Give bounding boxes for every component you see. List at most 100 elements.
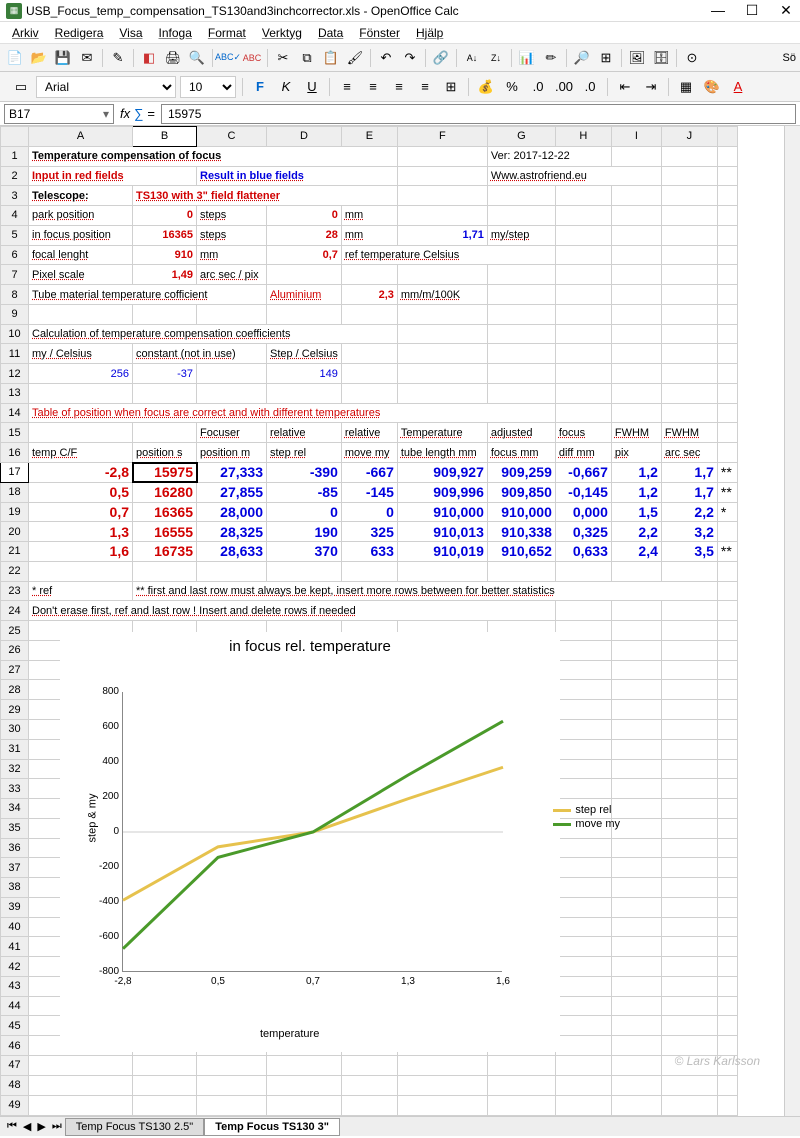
cell[interactable]: [661, 166, 717, 186]
cell[interactable]: constant (not in use): [133, 344, 267, 364]
row-header[interactable]: 38: [1, 878, 29, 898]
row-header[interactable]: 8: [1, 285, 29, 305]
fill-color-icon[interactable]: 🎨: [701, 76, 723, 98]
row-header[interactable]: 9: [1, 304, 29, 324]
row-header[interactable]: 5: [1, 225, 29, 245]
cell[interactable]: [29, 304, 133, 324]
cell[interactable]: [487, 304, 555, 324]
cell[interactable]: [717, 700, 737, 720]
cell[interactable]: [555, 660, 611, 680]
row-header[interactable]: 21: [1, 542, 29, 562]
cell[interactable]: [555, 1055, 611, 1075]
cell[interactable]: 256: [29, 364, 133, 384]
cell[interactable]: [611, 344, 661, 364]
cell[interactable]: [611, 937, 661, 957]
equals-icon[interactable]: =: [147, 106, 155, 121]
cell[interactable]: [341, 383, 397, 403]
number-icon[interactable]: .0: [527, 76, 549, 98]
cell[interactable]: [661, 680, 717, 700]
cell[interactable]: [29, 1095, 133, 1115]
cell[interactable]: [555, 265, 611, 285]
cell[interactable]: Ver: 2017-12-22: [487, 146, 611, 166]
cell[interactable]: adjusted: [487, 423, 555, 443]
cell[interactable]: [555, 976, 611, 996]
cell[interactable]: 325: [341, 522, 397, 542]
tab-last-icon[interactable]: ⏭: [49, 1120, 65, 1133]
cell[interactable]: 910,000: [487, 502, 555, 522]
cell[interactable]: 190: [267, 522, 342, 542]
cell[interactable]: [555, 719, 611, 739]
cell[interactable]: 0,5: [29, 482, 133, 502]
cell[interactable]: [661, 1016, 717, 1036]
cell[interactable]: [611, 739, 661, 759]
cell[interactable]: [661, 403, 717, 423]
cell[interactable]: [661, 561, 717, 581]
cell[interactable]: [611, 364, 661, 384]
cell[interactable]: 2,4: [611, 542, 661, 562]
cell[interactable]: [487, 265, 555, 285]
cell[interactable]: [555, 858, 611, 878]
row-header[interactable]: 7: [1, 265, 29, 285]
row-header[interactable]: 34: [1, 799, 29, 819]
cell[interactable]: [341, 304, 397, 324]
cell[interactable]: 1,3: [29, 522, 133, 542]
col-D[interactable]: D: [267, 127, 342, 147]
cell[interactable]: 910,013: [397, 522, 487, 542]
cell[interactable]: [717, 897, 737, 917]
cell[interactable]: 28: [267, 225, 342, 245]
cell[interactable]: 0,000: [555, 502, 611, 522]
cell[interactable]: Step / Celsius: [267, 344, 342, 364]
col-G[interactable]: G: [487, 127, 555, 147]
cell[interactable]: [397, 383, 487, 403]
style-icon[interactable]: ▭: [10, 76, 32, 98]
cell[interactable]: [133, 383, 197, 403]
cell[interactable]: [661, 719, 717, 739]
cell[interactable]: temp C/F: [29, 443, 133, 463]
cell[interactable]: [661, 917, 717, 937]
cell[interactable]: [717, 186, 737, 206]
cell[interactable]: [555, 225, 611, 245]
menu-data[interactable]: Data: [312, 24, 349, 42]
cell[interactable]: 1,49: [133, 265, 197, 285]
merge-icon[interactable]: ⊞: [440, 76, 462, 98]
cell[interactable]: [611, 186, 661, 206]
cell[interactable]: [661, 265, 717, 285]
cell[interactable]: [717, 680, 737, 700]
cell[interactable]: [197, 561, 267, 581]
cell[interactable]: [397, 166, 487, 186]
cell[interactable]: [341, 1095, 397, 1115]
cell[interactable]: [487, 285, 555, 305]
row-header[interactable]: 47: [1, 1055, 29, 1075]
cell[interactable]: [555, 759, 611, 779]
row-header[interactable]: 39: [1, 897, 29, 917]
row-header[interactable]: 45: [1, 1016, 29, 1036]
cell[interactable]: [661, 660, 717, 680]
cell[interactable]: **: [717, 463, 737, 483]
cell[interactable]: [717, 324, 737, 344]
cell[interactable]: 2,2: [661, 502, 717, 522]
datasource-icon[interactable]: 🗄: [650, 47, 672, 69]
cell[interactable]: [487, 344, 555, 364]
cell[interactable]: [397, 1075, 487, 1095]
cell[interactable]: 28,000: [197, 502, 267, 522]
cell[interactable]: -0,145: [555, 482, 611, 502]
close-button[interactable]: ✕: [778, 2, 794, 19]
cell[interactable]: 27,333: [197, 463, 267, 483]
row-header[interactable]: 22: [1, 561, 29, 581]
cell[interactable]: [267, 304, 342, 324]
cell[interactable]: [611, 838, 661, 858]
cell[interactable]: [555, 245, 611, 265]
cell[interactable]: focus: [555, 423, 611, 443]
col-E[interactable]: E: [341, 127, 397, 147]
cell[interactable]: Don't erase first, ref and last row ! In…: [29, 601, 556, 621]
cell[interactable]: 28,633: [197, 542, 267, 562]
cell[interactable]: [611, 1055, 661, 1075]
cell[interactable]: -145: [341, 482, 397, 502]
cell[interactable]: [717, 818, 737, 838]
cell[interactable]: [717, 739, 737, 759]
row-header[interactable]: 43: [1, 976, 29, 996]
cell[interactable]: [555, 206, 611, 226]
cell[interactable]: 0,7: [267, 245, 342, 265]
row-header[interactable]: 41: [1, 937, 29, 957]
cell[interactable]: pix: [611, 443, 661, 463]
